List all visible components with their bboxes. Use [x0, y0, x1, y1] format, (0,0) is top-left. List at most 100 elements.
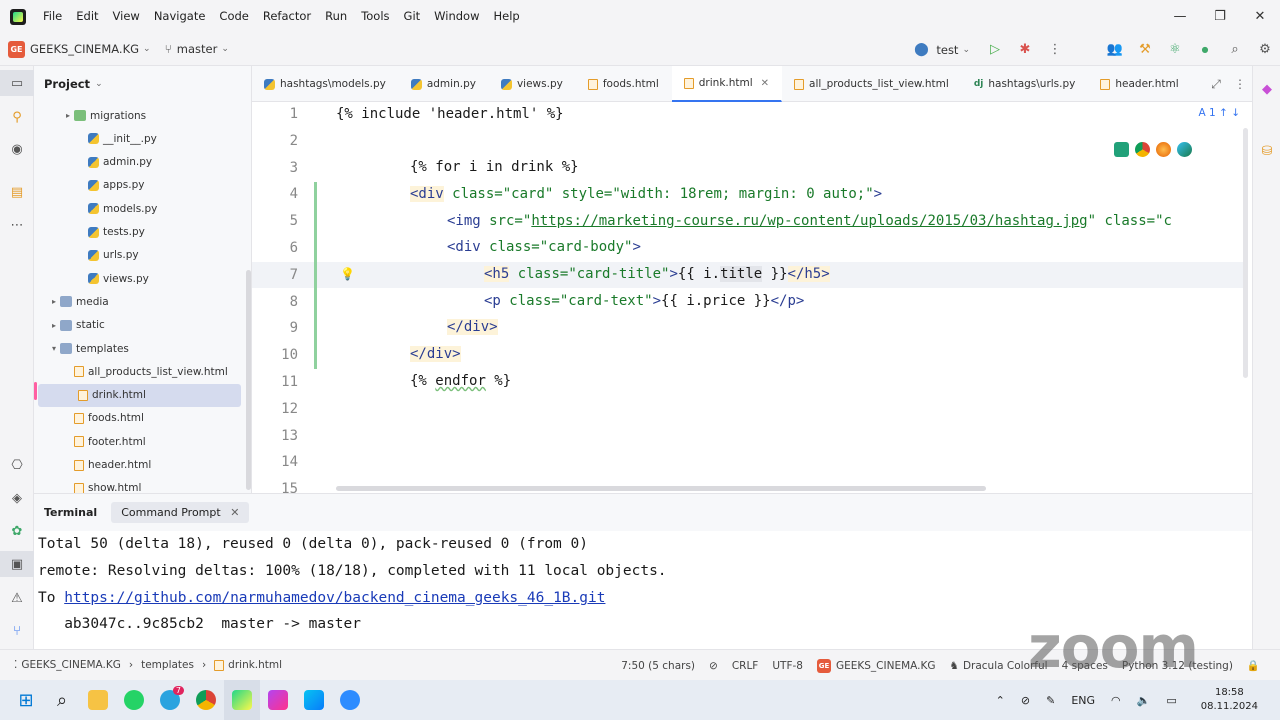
more-actions-icon[interactable]: ⋮	[1040, 33, 1070, 66]
line-number[interactable]: 3	[252, 160, 298, 176]
run-icon[interactable]: ▷	[980, 33, 1010, 66]
restore-button[interactable]: ❐	[1200, 0, 1240, 33]
whatsapp-icon[interactable]	[116, 680, 152, 720]
tree-item-urls-py[interactable]: urls.py	[34, 244, 242, 267]
line-number[interactable]: 6	[252, 240, 298, 256]
commit-tool-icon[interactable]: ⚲	[0, 104, 34, 130]
tree-item-drink-html[interactable]: drink.html	[38, 383, 241, 407]
phpstorm-icon[interactable]	[260, 680, 296, 720]
close-icon[interactable]: ✕	[230, 506, 239, 519]
file-encoding[interactable]: UTF-8	[772, 660, 803, 672]
tree-item-admin-py[interactable]: admin.py	[34, 151, 242, 174]
project-scrollbar[interactable]	[246, 270, 251, 490]
line-number[interactable]: 13	[252, 428, 298, 444]
image-url-link[interactable]: https://marketing-course.ru/wp-content/u…	[531, 213, 1087, 229]
code-editor[interactable]: 1 2 3 4 5 6 7 8 9 10 11 12 13 14 15 💡 {% include 'head…	[252, 102, 1252, 493]
windows-start-icon[interactable]: ⊞	[8, 680, 44, 720]
close-tab-icon[interactable]: ✕	[761, 78, 769, 89]
line-number[interactable]: 15	[252, 481, 298, 493]
tree-item-apps-py[interactable]: apps.py	[34, 174, 242, 197]
more-tools-icon[interactable]: ⋯	[0, 212, 34, 238]
edge-icon[interactable]	[1177, 142, 1192, 157]
line-number[interactable]: 5	[252, 213, 298, 229]
line-number[interactable]: 2	[252, 133, 298, 149]
tab-menu-icon[interactable]: ⋮	[1228, 77, 1252, 91]
inspection-widget[interactable]: A 1 ↑ ↓	[1199, 107, 1240, 119]
project-switcher[interactable]: GEEKS_CINEMA.KG	[30, 42, 139, 56]
ai-assistant-icon[interactable]: ◆	[1253, 76, 1280, 102]
breadcrumb-templates[interactable]: templates	[141, 659, 194, 671]
editor-tab-views-py[interactable]: views.py	[489, 66, 576, 102]
chrome-icon[interactable]	[188, 680, 224, 720]
github-repo-link[interactable]: https://github.com/narmuhamedov/backend_…	[64, 590, 605, 606]
minimize-button[interactable]: —	[1160, 0, 1200, 33]
menu-refactor[interactable]: Refactor	[256, 0, 318, 33]
menu-run[interactable]: Run	[318, 0, 354, 33]
tree-item-views-py[interactable]: views.py	[34, 267, 242, 290]
editor-tab-drink-html[interactable]: drink.html ✕	[671, 66, 783, 102]
pycharm-browser-icon[interactable]	[1114, 142, 1129, 157]
menu-edit[interactable]: Edit	[69, 0, 105, 33]
line-separator[interactable]: CRLF	[732, 660, 759, 672]
chevron-up-icon[interactable]: ⌃	[996, 694, 1005, 707]
project-tool-icon[interactable]: ▭	[0, 70, 34, 96]
file-explorer-icon[interactable]	[80, 680, 116, 720]
terminal-tool-icon[interactable]: ▣	[0, 551, 34, 577]
tree-item--init-py[interactable]: __init__.py	[34, 127, 242, 150]
tree-item-migrations[interactable]: ▸ migrations	[34, 104, 242, 127]
caret-position[interactable]: 7:50 (5 chars)	[621, 660, 695, 672]
language-indicator[interactable]: ENG	[1071, 694, 1095, 707]
tree-item-tests-py[interactable]: tests.py	[34, 221, 242, 244]
breadcrumb-file[interactable]: drink.html	[214, 659, 282, 671]
wifi-icon[interactable]: ◠	[1111, 694, 1121, 707]
build-tools-icon[interactable]: ⚒	[1130, 33, 1160, 66]
expand-arrow-icon[interactable]: ▸	[48, 297, 60, 306]
code-with-me-icon[interactable]: 👥	[1100, 33, 1130, 66]
menu-navigate[interactable]: Navigate	[147, 0, 213, 33]
pycharm-taskbar-icon[interactable]	[224, 680, 260, 720]
problems-icon[interactable]: ⚠	[0, 585, 34, 611]
menu-file[interactable]: File	[36, 0, 69, 33]
search-icon[interactable]: ⌕	[1220, 33, 1250, 66]
editor-tab-foods-html[interactable]: foods.html	[576, 66, 672, 102]
expand-icon[interactable]: ⤢	[1204, 77, 1228, 92]
settings-icon[interactable]: ⚙	[1250, 33, 1280, 66]
line-number[interactable]: 11	[252, 374, 298, 390]
layers-icon[interactable]: ◈	[0, 485, 34, 511]
line-number[interactable]: 7	[252, 267, 298, 283]
tree-item-templates[interactable]: ▾ templates	[34, 337, 242, 360]
line-number[interactable]: 4	[252, 186, 298, 202]
tree-item-models-py[interactable]: models.py	[34, 197, 242, 220]
tree-item-footer-html[interactable]: footer.html	[34, 430, 242, 453]
pen-icon[interactable]: ✎	[1046, 694, 1055, 707]
editor-tab-header-html[interactable]: header.html	[1088, 66, 1191, 102]
editor-horizontal-scrollbar[interactable]	[336, 486, 986, 491]
menu-code[interactable]: Code	[212, 0, 255, 33]
line-number[interactable]: 10	[252, 347, 298, 363]
debug-icon[interactable]: ✱	[1010, 33, 1040, 66]
menu-tools[interactable]: Tools	[354, 0, 396, 33]
volume-icon[interactable]: 🔈	[1137, 694, 1151, 707]
python-packages-icon[interactable]: ⎔	[0, 452, 34, 478]
editor-tab-all-products-list-view-html[interactable]: all_products_list_view.html	[782, 66, 962, 102]
tree-item-show-html[interactable]: show.html	[34, 477, 242, 493]
tree-item-static[interactable]: ▸ static	[34, 314, 242, 337]
editor-tab-hashtags-models-py[interactable]: hashtags\models.py	[252, 66, 399, 102]
menu-view[interactable]: View	[106, 0, 147, 33]
line-number[interactable]: 1	[252, 106, 298, 122]
expand-arrow-icon[interactable]: ▸	[48, 321, 60, 330]
tree-item-header-html[interactable]: header.html	[34, 454, 242, 477]
tree-item-foods-html[interactable]: foods.html	[34, 407, 242, 430]
line-number[interactable]: 14	[252, 454, 298, 470]
editor-vertical-scrollbar[interactable]	[1243, 128, 1248, 378]
git-tool-icon[interactable]: ⑂	[0, 618, 34, 644]
battery-icon[interactable]: ▭	[1166, 694, 1176, 707]
chrome-icon[interactable]	[1135, 142, 1150, 157]
tree-item-all-products-list-view-html[interactable]: all_products_list_view.html	[34, 360, 242, 383]
project-panel-header[interactable]: Project ⌄	[34, 66, 251, 102]
expand-arrow-icon[interactable]: ▾	[48, 344, 60, 353]
network-off-icon[interactable]: ⊘	[1021, 694, 1030, 707]
line-number[interactable]: 8	[252, 294, 298, 310]
project-indicator[interactable]: GE GEEKS_CINEMA.KG	[816, 658, 936, 673]
clock[interactable]: 18:58 08.11.2024	[1193, 686, 1266, 714]
